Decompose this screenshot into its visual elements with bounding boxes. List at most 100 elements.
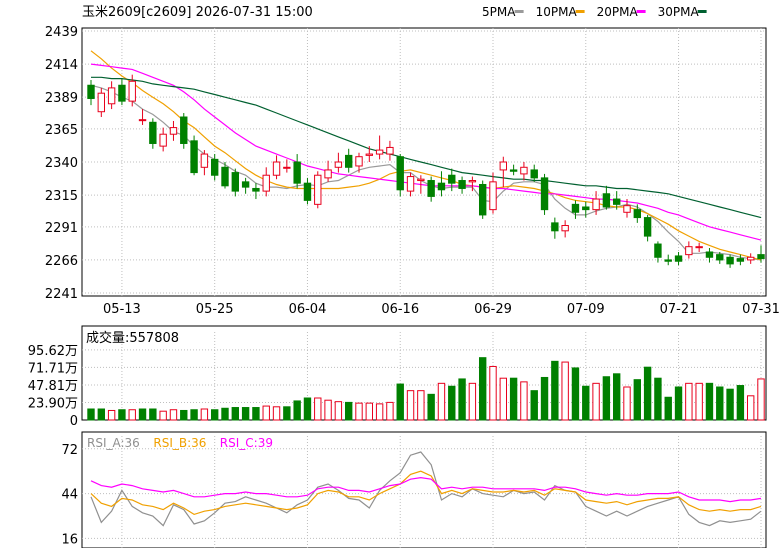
candle — [633, 204, 642, 223]
volume-y-axis: 95.62万 71.71万 47.81万 23.90万 0 — [28, 344, 78, 429]
candle-body — [654, 243, 662, 258]
price-y-axis: 2439 2414 2389 2365 2340 2315 2291 2266 2241 — [45, 25, 78, 302]
candle-body — [293, 161, 301, 184]
rsi-tick-label: 72 — [61, 443, 78, 458]
volume-bar — [654, 377, 662, 421]
volume-bar — [169, 409, 178, 421]
price-tick-label: 2439 — [45, 25, 78, 40]
candle-body — [448, 174, 456, 184]
candle-body — [509, 169, 518, 172]
volume-bar — [118, 409, 126, 421]
candle — [200, 150, 209, 176]
candle-body — [520, 166, 528, 175]
legend-swatch-5pma — [514, 10, 524, 13]
candle-body — [200, 153, 209, 168]
candle — [138, 109, 147, 125]
legend-swatch-10pma — [575, 10, 585, 13]
volume-bar — [540, 376, 549, 421]
volume-bar — [685, 382, 693, 421]
legend-label-5pma: 5PMA — [482, 5, 516, 19]
candle — [344, 148, 353, 173]
volume-bar — [283, 406, 291, 421]
candle — [283, 159, 291, 173]
volume-bar — [530, 390, 538, 421]
volume-bar — [314, 397, 322, 421]
candle-body — [283, 166, 291, 169]
candle-body — [633, 209, 642, 219]
candle — [571, 200, 580, 219]
rsi-line — [90, 470, 762, 516]
date-tick-label: 07-31 — [742, 302, 780, 317]
candle — [97, 87, 106, 118]
volume-bar — [582, 385, 590, 421]
legend-label-30pma: 30PMA — [658, 5, 700, 19]
volume-bar — [138, 408, 147, 421]
candle-body — [757, 254, 765, 260]
price-tick-label: 2315 — [45, 189, 78, 204]
volume-tick-label: 71.71万 — [28, 361, 78, 376]
candle-body — [726, 256, 734, 265]
volume-bar — [602, 376, 611, 421]
candle-body — [623, 205, 631, 213]
volume-tick-label: 95.62万 — [28, 344, 78, 359]
candle — [159, 127, 167, 152]
rsi-legend-label: RSI_C:39 — [220, 436, 273, 450]
date-tick-label: 07-09 — [567, 302, 605, 317]
volume-bar — [571, 367, 580, 421]
candle — [396, 154, 404, 197]
candle — [303, 177, 312, 205]
candle — [602, 185, 611, 210]
candle-body — [375, 149, 384, 155]
volume-bar — [592, 382, 600, 421]
volume-bar — [159, 410, 167, 421]
rsi-y-axis: 72 44 16 — [61, 443, 78, 548]
date-tick-label: 06-16 — [381, 302, 419, 317]
candle-body — [612, 198, 621, 205]
volume-bar — [561, 361, 569, 421]
candle — [231, 168, 240, 197]
legend-swatch-20pma — [636, 10, 646, 13]
candle — [169, 120, 178, 141]
candle — [252, 183, 260, 200]
volume-bar — [272, 406, 281, 421]
candle-body — [180, 116, 188, 144]
candle — [509, 164, 518, 176]
rsi-line — [90, 451, 762, 527]
candle-body — [468, 180, 477, 183]
candle — [87, 79, 95, 106]
date-x-axis: 05-13 05-25 06-04 06-16 06-29 07-09 07-21 07-31 — [103, 302, 780, 317]
volume-bar — [716, 386, 724, 421]
candle-body — [344, 154, 353, 168]
candle — [499, 156, 508, 188]
candle-body — [138, 119, 147, 122]
volume-bar — [643, 366, 652, 421]
volume-bar — [231, 407, 240, 421]
candle — [149, 118, 157, 149]
volume-bar — [695, 382, 703, 421]
price-tick-label: 2266 — [45, 254, 78, 269]
candle-body — [262, 174, 270, 192]
rsi-tick-label: 44 — [61, 488, 78, 503]
candle — [664, 254, 672, 266]
volume-bar — [344, 401, 353, 421]
candle — [293, 154, 301, 189]
volume-bar — [437, 382, 446, 421]
rsi-legend: RSI_A:36 RSI_B:36 RSI_C:39 — [87, 436, 273, 450]
volume-bar — [674, 386, 683, 421]
rsi-legend-label: RSI_B:36 — [153, 436, 206, 450]
date-tick-label: 06-29 — [474, 302, 512, 317]
volume-bar — [478, 357, 487, 421]
candle-body — [643, 217, 652, 237]
volume-bar — [757, 378, 765, 421]
volume-bar — [664, 396, 672, 421]
candle-body — [695, 246, 703, 249]
candle — [530, 164, 538, 182]
candle-body — [674, 255, 683, 262]
candle-body — [685, 246, 693, 256]
candle-body — [314, 174, 322, 205]
price-tick-label: 2340 — [45, 156, 78, 171]
candle-body — [87, 84, 95, 99]
candle — [180, 113, 188, 149]
candle — [241, 177, 250, 194]
volume-bar — [489, 365, 497, 421]
